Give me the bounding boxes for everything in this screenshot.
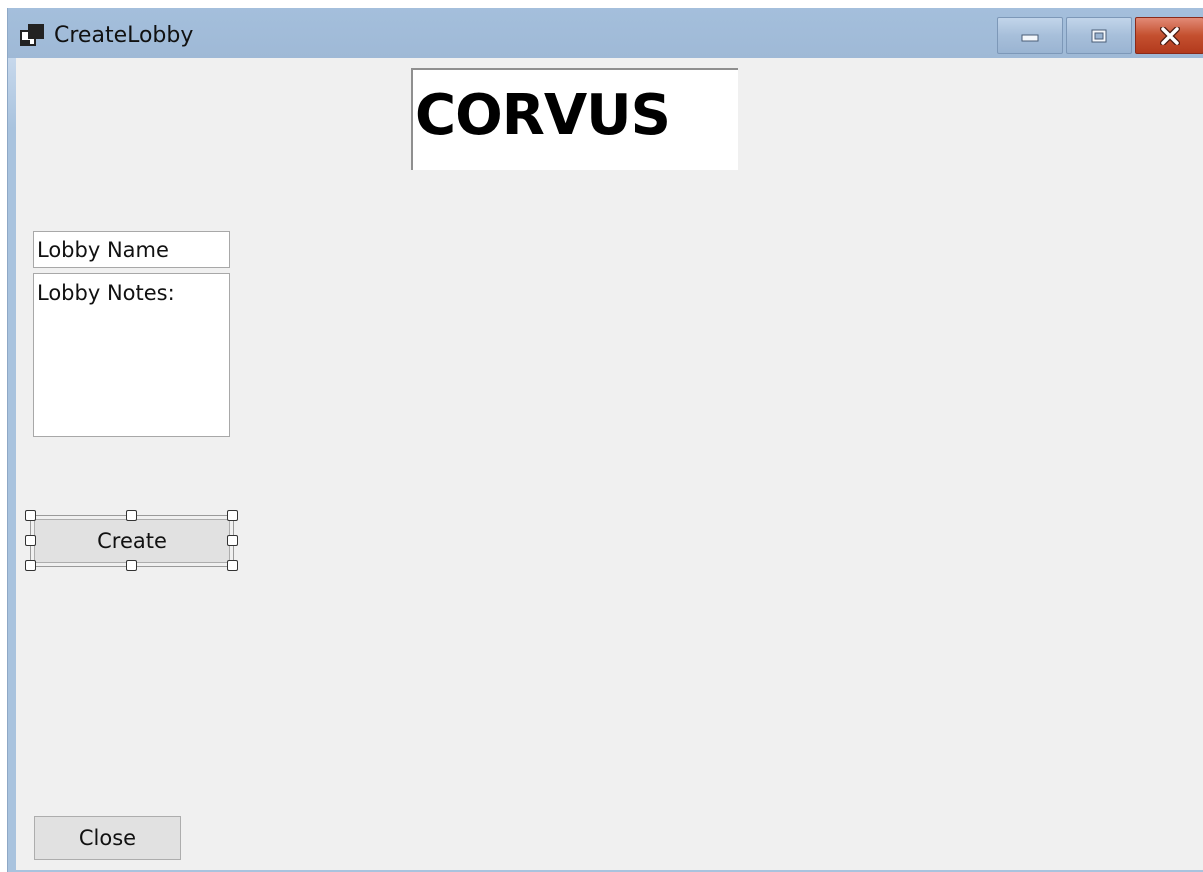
resize-handle-top-center[interactable]: [126, 510, 137, 521]
lobby-name-input[interactable]: [33, 231, 230, 268]
create-lobby-window: CreateLobby CORVUS Lobby Notes: Create: [7, 8, 1203, 872]
form-client-area: CORVUS Lobby Notes: Create Close: [16, 58, 1203, 870]
logo-picture-box: CORVUS: [411, 68, 738, 170]
create-button[interactable]: Create: [34, 519, 230, 563]
window-frame-edge: [8, 58, 16, 128]
minimize-button[interactable]: [997, 17, 1063, 54]
logo-text: CORVUS: [415, 83, 671, 148]
close-icon: [1159, 26, 1180, 45]
resize-handle-bottom-left[interactable]: [25, 560, 36, 571]
resize-handle-middle-left[interactable]: [25, 535, 36, 546]
close-button[interactable]: Close: [34, 816, 181, 860]
resize-handle-top-right[interactable]: [227, 510, 238, 521]
resize-handle-bottom-right[interactable]: [227, 560, 238, 571]
lobby-notes-input[interactable]: Lobby Notes:: [33, 273, 230, 437]
app-window-icon: [20, 24, 44, 46]
resize-handle-middle-right[interactable]: [227, 535, 238, 546]
minimize-icon: [1021, 34, 1039, 41]
title-bar[interactable]: CreateLobby: [8, 8, 1203, 58]
resize-handle-bottom-center[interactable]: [126, 560, 137, 571]
close-window-button[interactable]: [1135, 17, 1203, 54]
maximize-icon: [1091, 29, 1107, 42]
resize-handle-top-left[interactable]: [25, 510, 36, 521]
window-title: CreateLobby: [54, 23, 194, 48]
maximize-button[interactable]: [1066, 17, 1132, 54]
